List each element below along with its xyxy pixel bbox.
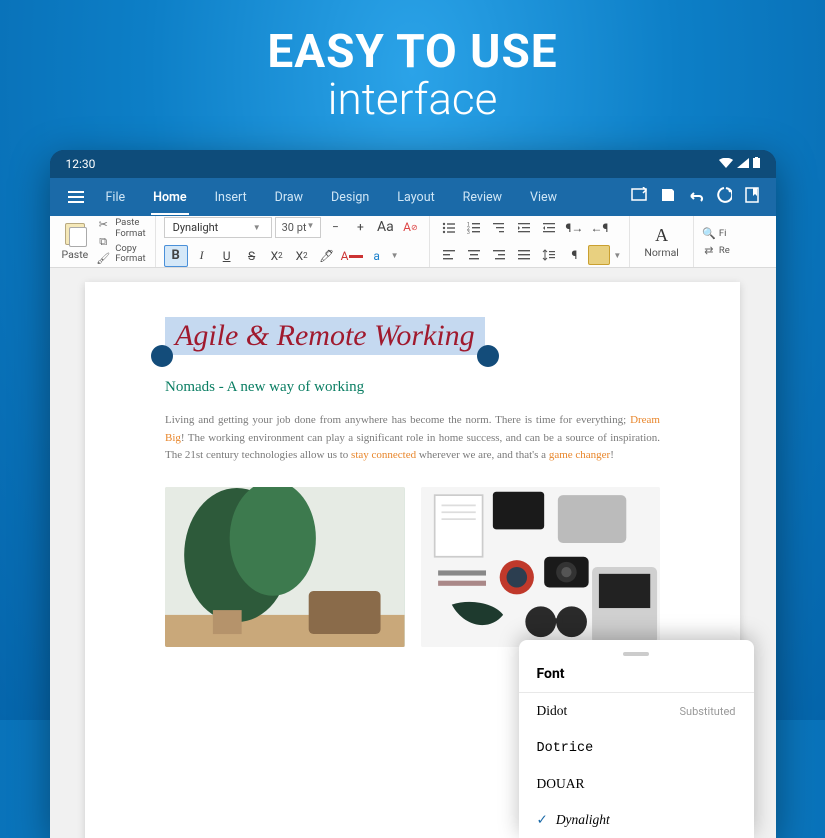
menu-draw[interactable]: Draw	[263, 182, 315, 213]
doc-title[interactable]: Agile & Remote Working	[165, 317, 485, 355]
numbering-button[interactable]: 123	[463, 218, 485, 238]
rtl-button[interactable]: ←¶	[588, 218, 610, 238]
align-left-button[interactable]	[438, 245, 460, 265]
redo-icon[interactable]	[712, 187, 736, 207]
copy-format-button[interactable]: Copy Format	[112, 243, 148, 266]
promo-line2: interface	[0, 73, 825, 125]
font-size-select[interactable]: 30 pt▼	[275, 217, 322, 238]
ribbon: Paste ✂ ⧉ 🖌 Paste Format Copy Format Dyn…	[50, 216, 776, 268]
paragraph-mark-button[interactable]: ¶	[563, 245, 585, 265]
case-button[interactable]: Aa	[374, 217, 396, 237]
highlight-button[interactable]: 🖊	[316, 246, 338, 266]
copy-button[interactable]: ⧉	[94, 235, 112, 249]
promo-banner: EASY TO USE interface	[0, 0, 825, 140]
status-bar: 12:30	[50, 150, 776, 178]
signal-icon	[737, 157, 749, 171]
clipboard-icon	[65, 223, 85, 245]
decrease-font-button[interactable]: −	[324, 217, 346, 237]
multilevel-button[interactable]	[488, 218, 510, 238]
bold-button[interactable]: B	[164, 245, 188, 267]
save-icon[interactable]	[656, 187, 680, 207]
font-option[interactable]: ✓Dynalight	[519, 802, 754, 838]
search-icon: 🔍	[703, 227, 715, 239]
promo-line1: EASY TO USE	[0, 25, 825, 79]
find-button[interactable]: 🔍Fi	[700, 226, 733, 240]
justify-button[interactable]	[513, 245, 535, 265]
clear-format-button[interactable]: A⊘	[399, 217, 421, 237]
image-plant-desk[interactable]	[165, 487, 405, 647]
svg-text:3: 3	[467, 230, 470, 235]
replace-button[interactable]: ⇄Re	[700, 243, 733, 257]
menu-file[interactable]: File	[94, 182, 138, 213]
cut-button[interactable]: ✂	[94, 218, 112, 232]
superscript-button[interactable]: X2	[291, 246, 313, 266]
menu-design[interactable]: Design	[319, 182, 381, 213]
selection-handle-right[interactable]	[477, 345, 499, 367]
document-area[interactable]: Agile & Remote Working Nomads - A new wa…	[50, 268, 776, 838]
doc-subtitle[interactable]: Nomads - A new way of working	[165, 379, 660, 396]
selection-handle-left[interactable]	[151, 345, 173, 367]
strikethrough-button[interactable]: S	[241, 246, 263, 266]
font-panel: Font DidotSubstitutedDotriceDOUAR✓Dynali…	[519, 640, 754, 838]
copy-icon: ⧉	[97, 236, 109, 248]
style-normal-button[interactable]: A Normal	[636, 222, 687, 262]
font-panel-title: Font	[519, 664, 754, 693]
increase-indent-button[interactable]	[538, 218, 560, 238]
image-flatlay[interactable]	[421, 487, 661, 647]
device-frame: 12:30 File Home Insert Draw Design Layou…	[50, 150, 776, 838]
paste-button[interactable]: Paste	[56, 219, 95, 265]
ltr-button[interactable]: ¶→	[563, 218, 585, 238]
text-effect-button[interactable]: a	[366, 246, 388, 266]
screen-icon[interactable]	[628, 187, 652, 207]
drag-handle[interactable]	[623, 652, 649, 656]
clock: 12:30	[66, 157, 96, 171]
battery-icon	[753, 157, 760, 171]
subscript-button[interactable]: X2	[266, 246, 288, 266]
scissors-icon: ✂	[97, 219, 109, 231]
line-spacing-button[interactable]	[538, 245, 560, 265]
replace-icon: ⇄	[703, 244, 715, 256]
check-icon: ✓	[537, 812, 548, 828]
bookmark-icon[interactable]	[740, 187, 764, 207]
increase-font-button[interactable]: +	[349, 217, 371, 237]
format-painter-button[interactable]: 🖌	[94, 252, 112, 266]
bullets-button[interactable]	[438, 218, 460, 238]
font-option[interactable]: Dotrice	[519, 729, 754, 766]
align-center-button[interactable]	[463, 245, 485, 265]
shading-button[interactable]	[588, 245, 610, 265]
menu-home[interactable]: Home	[141, 182, 199, 213]
menu-bar: File Home Insert Draw Design Layout Revi…	[50, 178, 776, 216]
font-name-select[interactable]: Dynalight▼	[164, 217, 272, 238]
undo-icon[interactable]	[684, 188, 708, 207]
wifi-icon	[719, 157, 733, 171]
font-option[interactable]: DidotSubstituted	[519, 693, 754, 729]
align-right-button[interactable]	[488, 245, 510, 265]
paste-format-button[interactable]: Paste Format	[112, 217, 148, 240]
menu-layout[interactable]: Layout	[385, 182, 446, 213]
decrease-indent-button[interactable]	[513, 218, 535, 238]
underline-button[interactable]: U	[216, 246, 238, 266]
menu-review[interactable]: Review	[451, 182, 514, 213]
font-color-button[interactable]: A	[341, 246, 363, 266]
brush-icon: 🖌	[97, 253, 109, 265]
font-option[interactable]: DOUAR	[519, 766, 754, 802]
doc-body[interactable]: Living and getting your job done from an…	[165, 412, 660, 465]
italic-button[interactable]: I	[191, 246, 213, 266]
menu-view[interactable]: View	[518, 182, 569, 213]
menu-insert[interactable]: Insert	[203, 182, 259, 213]
hamburger-icon[interactable]	[62, 185, 90, 209]
